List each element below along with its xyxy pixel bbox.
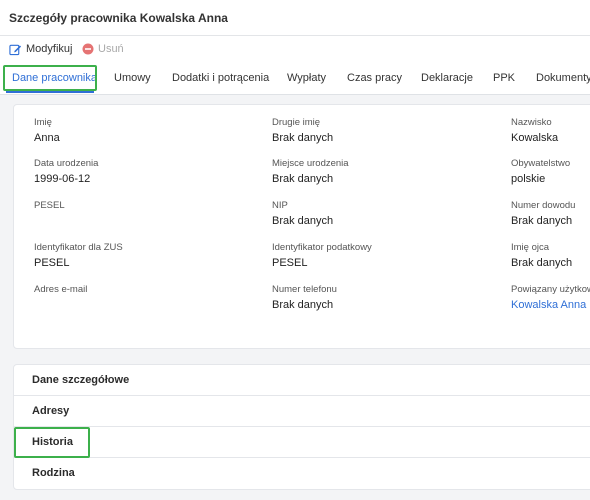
field-nip: NIP Brak danych [272,200,333,227]
tab-dodatki-i-potracenia[interactable]: Dodatki i potrącenia [172,62,269,94]
field-value: Brak danych [272,132,334,144]
field-label: Identyfikator dla ZUS [34,242,123,253]
tab-umowy[interactable]: Umowy [114,62,151,94]
tab-bar: Dane pracownika Umowy Dodatki i potrącen… [0,62,590,95]
delete-button[interactable]: Usuń [82,41,124,57]
field-identyfikator-podatkowy: Identyfikator podatkowy PESEL [272,242,372,269]
section-label: Historia [32,436,73,448]
field-imie: Imię Anna [34,117,60,144]
field-value: PESEL [34,257,70,269]
field-data-urodzenia: Data urodzenia 1999-06-12 [34,158,98,185]
edit-button[interactable]: Modyfikuj [9,41,72,57]
field-value: polskie [511,173,546,185]
field-numer-telefonu: Numer telefonu Brak danych [272,284,337,311]
section-rodzina[interactable]: Rodzina [14,458,590,489]
sections-list: Dane szczegółowe Adresy Historia Rodzina [13,364,590,490]
tab-czas-pracy[interactable]: Czas pracy [347,62,402,94]
delete-button-label: Usuń [98,43,124,55]
field-label: PESEL [34,200,65,211]
field-label: Adres e-mail [34,284,88,295]
field-numer-dowodu: Numer dowodu Brak danych [511,200,575,227]
field-miejsce-urodzenia: Miejsce urodzenia Brak danych [272,158,349,185]
field-adres-email: Adres e-mail [34,284,87,312]
field-powiazany-uzytkownik: Powiązany użytkow Kowalska Anna [511,284,590,311]
minus-circle-icon [82,43,94,55]
field-label: Data urodzenia [34,158,99,169]
field-drugie-imie: Drugie imię Brak danych [272,117,333,144]
field-label: Numer dowodu [511,200,576,211]
field-label: Identyfikator podatkowy [272,242,372,253]
field-label: Obywatelstwo [511,158,571,169]
field-imie-ojca: Imię ojca Brak danych [511,242,572,269]
tab-deklaracje[interactable]: Deklaracje [421,62,473,94]
active-tab-indicator [6,91,94,93]
field-label: NIP [272,200,288,211]
tab-wyplaty[interactable]: Wypłaty [287,62,326,94]
page-header: Szczegóły pracownika Kowalska Anna [0,0,590,36]
section-dane-szczegolowe[interactable]: Dane szczegółowe [14,365,590,396]
field-value: Brak danych [511,257,573,269]
field-label: Imię ojca [511,242,550,253]
toolbar: Modyfikuj Usuń [0,36,590,62]
employee-details-card: Imię Anna Drugie imię Brak danych Nazwis… [13,104,590,349]
section-label: Dane szczegółowe [32,374,130,386]
linked-user-link[interactable]: Kowalska Anna [511,299,590,311]
field-value: Brak danych [272,173,334,185]
edit-button-label: Modyfikuj [26,43,73,55]
field-label: Nazwisko [511,117,552,128]
field-identyfikator-zus: Identyfikator dla ZUS PESEL [34,242,123,269]
field-label: Drugie imię [272,117,321,128]
tab-dokumenty[interactable]: Dokumenty [536,62,590,94]
field-value: Brak danych [272,299,334,311]
field-value: Anna [34,132,60,144]
field-value [34,215,65,228]
tab-ppk[interactable]: PPK [493,62,515,94]
field-obywatelstwo: Obywatelstwo polskie [511,158,570,185]
field-nazwisko: Nazwisko Kowalska [511,117,558,144]
edit-icon [9,44,22,55]
field-label: Imię [34,117,52,128]
field-label: Powiązany użytkow [511,284,590,295]
page-title: Szczegóły pracownika Kowalska Anna [9,11,228,25]
field-value: 1999-06-12 [34,173,91,185]
field-value: Brak danych [272,215,334,227]
section-label: Rodzina [32,467,75,479]
section-label: Adresy [32,405,70,417]
tab-dane-pracownika[interactable]: Dane pracownika [12,62,97,94]
field-label: Numer telefonu [272,284,337,295]
field-value: Brak danych [511,215,573,227]
field-value: PESEL [272,257,308,269]
field-label: Miejsce urodzenia [272,158,349,169]
field-pesel: PESEL [34,200,65,228]
section-adresy[interactable]: Adresy [14,396,590,427]
section-historia[interactable]: Historia [14,427,590,458]
field-value: Kowalska [511,132,559,144]
field-value [34,299,87,312]
